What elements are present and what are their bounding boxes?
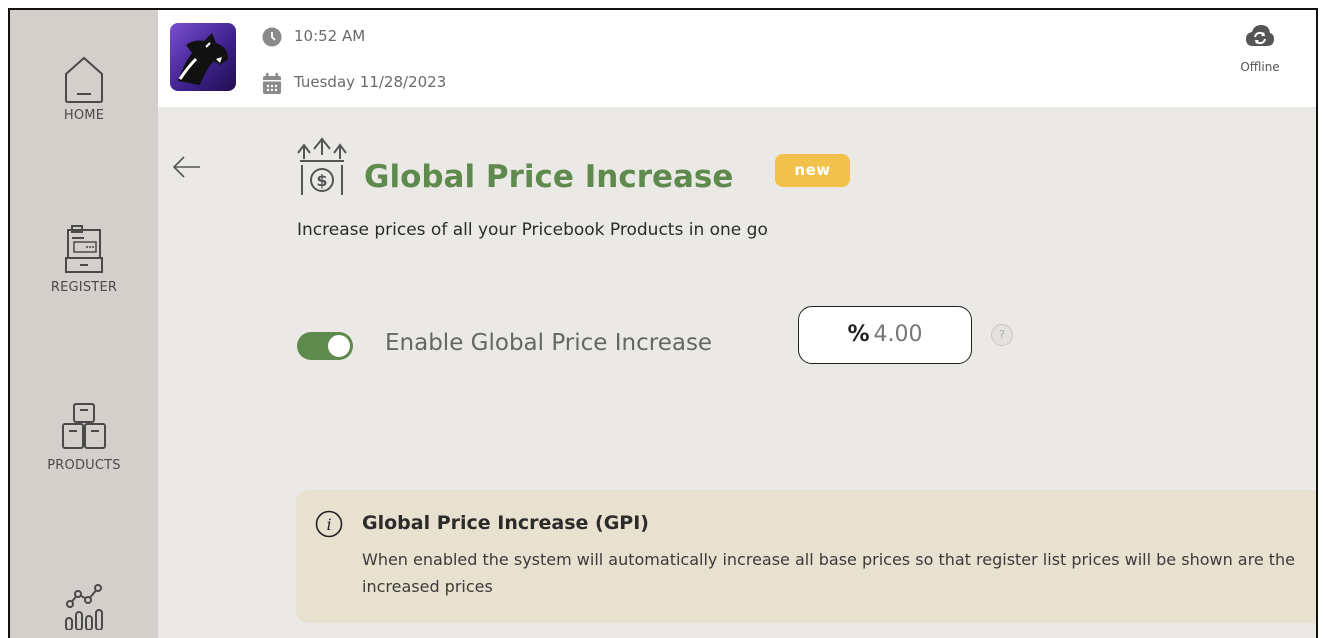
sidebar-item-register[interactable]: REGISTER [10, 222, 158, 295]
sync-status-label: Offline [1240, 60, 1280, 74]
register-icon [65, 225, 103, 273]
panther-icon [178, 33, 228, 85]
svg-text:i: i [326, 515, 331, 534]
back-arrow-icon[interactable] [172, 155, 202, 179]
svg-text:$: $ [316, 171, 327, 190]
help-icon[interactable]: ? [991, 324, 1013, 346]
clock-icon [262, 27, 282, 47]
sidebar-item-label: HOME [63, 108, 105, 123]
info-icon: i [315, 510, 343, 538]
app-window: HOME REGISTER PRODUCTS 10:52 AM Tuesday … [8, 8, 1318, 638]
sidebar-item-products[interactable]: PRODUCTS [10, 398, 158, 473]
enable-gpi-toggle[interactable] [297, 332, 353, 360]
info-card: i Global Price Increase (GPI) When enabl… [296, 490, 1316, 623]
sidebar-item-home[interactable]: HOME [10, 52, 158, 123]
info-text: When enabled the system will automatical… [362, 550, 1296, 596]
page-subtitle: Increase prices of all your Pricebook Pr… [297, 220, 768, 240]
sidebar: HOME REGISTER PRODUCTS [10, 10, 158, 638]
percent-input[interactable]: % 4.00 [798, 306, 972, 364]
enable-gpi-label: Enable Global Price Increase [385, 330, 713, 356]
toggle-knob [327, 334, 351, 358]
top-header: 10:52 AM Tuesday 11/28/2023 Offline [158, 10, 1316, 107]
products-icon [62, 403, 106, 449]
cloud-sync-icon [1246, 25, 1274, 46]
calendar-icon [263, 73, 281, 94]
main-content: $ Global Price Increase new Increase pri… [158, 107, 1316, 638]
home-icon [65, 56, 103, 103]
page-title: Global Price Increase [364, 159, 734, 195]
sidebar-item-reports[interactable] [10, 578, 158, 632]
sidebar-item-label: PRODUCTS [47, 458, 121, 473]
new-badge: new [775, 154, 850, 187]
reports-icon [65, 584, 103, 630]
price-increase-icon: $ [297, 137, 347, 195]
sidebar-item-label: REGISTER [50, 280, 118, 295]
info-title: Global Price Increase (GPI) [362, 512, 649, 534]
percent-value: 4.00 [873, 322, 923, 347]
time-text: 10:52 AM [294, 27, 366, 45]
date-text: Tuesday 11/28/2023 [294, 73, 447, 91]
percent-symbol: % [847, 322, 870, 347]
app-logo [170, 23, 236, 91]
sync-status[interactable]: Offline [1230, 24, 1290, 74]
